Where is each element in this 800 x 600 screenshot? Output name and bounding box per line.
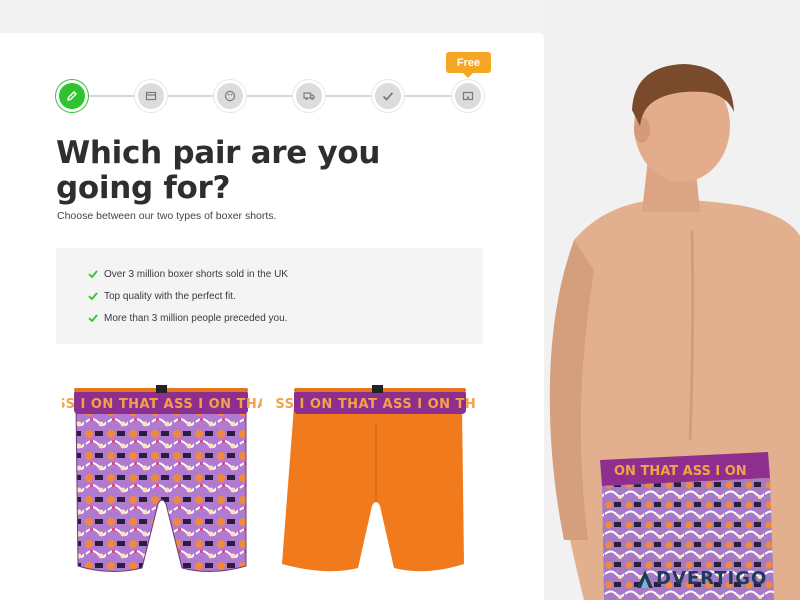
page-title: Which pair are you going for? [56, 135, 381, 206]
step-color[interactable] [214, 80, 246, 112]
step-box[interactable] [135, 80, 167, 112]
checkmark-icon [382, 92, 394, 101]
benefit-item: Top quality with the perfect fit. [88, 285, 483, 307]
step-confirm[interactable] [372, 80, 404, 112]
step-shipping[interactable] [293, 80, 325, 112]
triangle-logo-icon [637, 569, 653, 588]
check-icon [88, 292, 98, 301]
step-design[interactable] [56, 80, 88, 112]
check-icon [88, 270, 98, 279]
stepper-line [72, 95, 468, 97]
product-solid-boxer[interactable]: ASS I ON THAT ASS I ON THAT [265, 384, 495, 584]
benefit-text: Top quality with the perfect fit. [104, 290, 236, 302]
benefit-text: More than 3 million people preceded you. [104, 312, 288, 324]
step-free-gift[interactable] [452, 80, 484, 112]
model-waistband-text: ON THAT ASS I ON [614, 464, 747, 479]
model-illustration: ON THAT ASS I ON [549, 64, 800, 600]
patterned-boxer-image: ASS I ON THAT ASS I ON THAT [46, 385, 276, 573]
palette-icon [224, 90, 236, 102]
pencil-icon [67, 91, 77, 101]
waistband-text: ASS I ON THAT ASS I ON THAT [276, 397, 476, 412]
solid-boxer-image: ASS I ON THAT ASS I ON THAT [265, 385, 495, 572]
product-patterned-boxer[interactable]: ASS I ON THAT ASS I ON THAT [46, 384, 276, 584]
progress-stepper [56, 80, 484, 112]
watermark-logo: DVERTIGO [636, 568, 767, 589]
truck-icon [303, 92, 315, 100]
free-badge: Free [446, 52, 491, 78]
box-icon [145, 91, 157, 101]
model-photo: ON THAT ASS I ON [544, 0, 800, 600]
waistband-text: ASS I ON THAT ASS I ON THAT [62, 397, 262, 412]
benefits-box: Over 3 million boxer shorts sold in the … [56, 248, 483, 344]
page-subtitle: Choose between our two types of boxer sh… [57, 210, 277, 222]
benefit-item: Over 3 million boxer shorts sold in the … [88, 263, 483, 285]
watermark-text: DVERTIGO [656, 568, 768, 589]
benefit-text: Over 3 million boxer shorts sold in the … [104, 268, 288, 280]
boxer-icon [462, 91, 474, 101]
check-icon [88, 314, 98, 323]
benefit-item: More than 3 million people preceded you. [88, 307, 483, 329]
